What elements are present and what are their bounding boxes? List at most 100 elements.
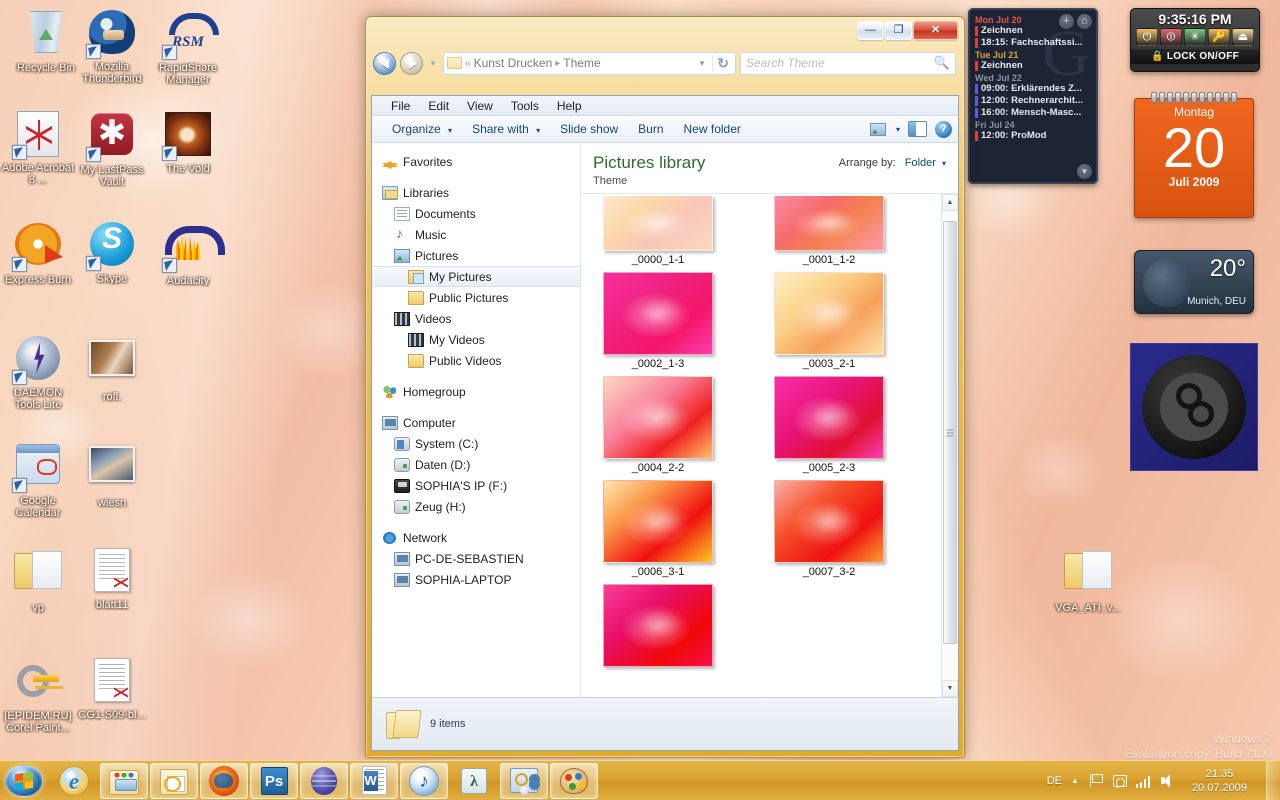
desktop-icon-epidem-ru-corel-paint[interactable]: [EPIDEM.RU] Corel Paint... (0, 656, 76, 734)
search-input[interactable]: Search Theme 🔍 (740, 51, 956, 75)
language-indicator[interactable]: DE (1047, 775, 1062, 787)
sidebar-item-documents[interactable]: Documents (372, 203, 580, 224)
new-folder-button[interactable]: New folder (674, 122, 751, 136)
change-view-icon[interactable] (869, 122, 886, 136)
menu-edit[interactable]: Edit (419, 99, 458, 113)
tray-clock[interactable]: 21:35 20.07.2009 (1184, 767, 1255, 795)
desktop-icon-blatt11[interactable]: blatt11 (74, 546, 150, 611)
gcal-event[interactable]: 09:00: Erklärendes Z... (975, 83, 1091, 95)
thumbnail-item[interactable]: _0006_3-1 (597, 480, 719, 578)
thumbnail-image[interactable] (603, 480, 713, 563)
taskbar[interactable]: DE ▲ 21:35 20.07.2009 (0, 760, 1280, 800)
thumbnail-image[interactable] (603, 196, 713, 251)
taskbar-item-windows-explorer[interactable] (100, 762, 148, 799)
taskbar-item-paint-application[interactable] (550, 762, 598, 799)
arrange-by-control[interactable]: Arrange by: Folder ▾ (839, 153, 946, 169)
desktop-icon-skype[interactable]: Skype (74, 220, 150, 285)
magic-8-ball-gadget[interactable] (1130, 343, 1258, 471)
taskbar-item-itunes[interactable] (400, 762, 448, 799)
sidebar-item-favorites[interactable]: Favorites (372, 151, 580, 172)
gcal-add-icon[interactable]: + (1059, 14, 1074, 29)
desktop-icon-recycle-bin[interactable]: Recycle Bin (8, 8, 84, 74)
start-button[interactable] (1, 762, 49, 800)
thumbnail-item[interactable] (597, 584, 719, 670)
maximize-button[interactable]: ❐ (885, 21, 912, 40)
desktop-icon-express-burn[interactable]: Express Burn (0, 220, 76, 286)
scrollbar-thumb[interactable] (943, 221, 957, 644)
gcal-event[interactable]: 12:00: Rechnerarchit... (975, 95, 1091, 107)
scroll-down-button[interactable]: ▼ (942, 680, 958, 697)
thumbnail-image[interactable] (774, 272, 884, 355)
thumbnail-image[interactable] (774, 480, 884, 563)
breadcrumb-kunst-drucken[interactable]: Kunst Drucken (474, 56, 553, 70)
gcal-event[interactable]: 16:00: Mensch-Masc... (975, 107, 1091, 119)
sidebar-item-videos[interactable]: Videos (372, 308, 580, 329)
lock-key-button[interactable]: 🔑 (1208, 28, 1230, 46)
scrollbar-track[interactable] (942, 211, 958, 680)
menu-tools[interactable]: Tools (502, 99, 548, 113)
breadcrumb-overflow-icon[interactable]: « (465, 58, 471, 69)
taskbar-item-cad-application[interactable] (500, 762, 548, 799)
breadcrumb-theme[interactable]: Theme (563, 56, 600, 70)
desktop-icon-audacity[interactable]: Audacity (150, 220, 226, 287)
clock-lock-gadget[interactable]: 9:35:16 PM ⏻ ⏼ ✳ 🔑 ⏏ 🔒 LOCK ON/OFF (1130, 8, 1260, 72)
menu-help[interactable]: Help (548, 99, 591, 113)
desktop-icon-vp[interactable]: vp (0, 546, 76, 614)
taskbar-item-eclipse[interactable] (300, 762, 348, 799)
thumbnail-item[interactable]: _0000_1-1 (597, 196, 719, 266)
power-button[interactable]: ⏻ (1136, 28, 1158, 46)
thumbnail-image[interactable] (774, 196, 884, 251)
address-dropdown-caret-icon[interactable]: ▾ (695, 58, 710, 69)
device-icon[interactable] (1112, 773, 1127, 788)
gcal-event[interactable]: Zeichnen (975, 25, 1091, 37)
sidebar-item-computer[interactable]: Computer (372, 412, 580, 433)
sidebar-item-daten-d[interactable]: Daten (D:) (372, 454, 580, 475)
arrange-caret-icon[interactable]: ▾ (942, 159, 946, 168)
desktop-icon-vga-ati-v[interactable]: VGA_ATI_v... (1050, 546, 1126, 614)
taskbar-item-adobe-photoshop[interactable] (250, 762, 298, 799)
slide-show-button[interactable]: Slide show (550, 122, 628, 136)
forward-button[interactable] (400, 51, 423, 75)
sidebar-item-music[interactable]: Music (372, 224, 580, 245)
desktop-icon-adobe-acrobat-8[interactable]: Adobe Acrobat 8 ... (0, 110, 76, 186)
calendar-date-gadget[interactable]: Montag 20 Juli 2009 (1134, 92, 1254, 224)
refresh-button-icon[interactable]: ↻ (712, 54, 733, 72)
gcal-event[interactable]: 18:15: Fachschaftssi... (975, 37, 1091, 49)
help-icon[interactable]: ? (935, 120, 952, 138)
sidebar-item-system-c[interactable]: System (C:) (372, 433, 580, 454)
thumbnail-image[interactable] (603, 584, 713, 667)
sidebar-item-public-videos[interactable]: Public Videos (372, 350, 580, 371)
thumbnail-image[interactable] (603, 272, 713, 355)
gcal-event[interactable]: 12:00: ProMod (975, 130, 1091, 142)
desktop-icon-the-void[interactable]: The Void (150, 110, 226, 175)
network-signal-icon[interactable] (1135, 773, 1151, 788)
eject-button[interactable]: ⏏ (1232, 28, 1254, 46)
change-view-caret-icon[interactable]: ▾ (890, 125, 908, 134)
thumbnail-item[interactable]: _0007_3-2 (768, 480, 890, 578)
weather-gadget[interactable]: 20° Munich, DEU (1134, 250, 1254, 314)
preview-pane-icon[interactable] (908, 121, 927, 137)
sidebar-item-my-videos[interactable]: My Videos (372, 329, 580, 350)
thumbnail-image[interactable] (774, 376, 884, 459)
sidebar-item-network[interactable]: Network (372, 527, 580, 548)
sidebar-item-zeug-h[interactable]: Zeug (H:) (372, 496, 580, 517)
show-desktop-button[interactable] (1266, 760, 1280, 800)
gcal-event[interactable]: Zeichnen (975, 60, 1091, 72)
lock-onoff-button[interactable]: 🔒 LOCK ON/OFF (1131, 49, 1259, 64)
thumbnail-item[interactable]: _0005_2-3 (768, 376, 890, 474)
burn-button[interactable]: Burn (628, 122, 673, 136)
desktop-icon-google-calendar[interactable]: Google Calendar (0, 440, 76, 519)
vertical-scrollbar[interactable]: ▲ ▼ (941, 194, 958, 697)
sidebar-item-pictures[interactable]: Pictures (372, 245, 580, 266)
desktop-icon-daemon-tools-lite[interactable]: DAEMON Tools Lite (0, 334, 76, 411)
windows-explorer-window[interactable]: — ❐ ✕ ▾ « Kunst Drucken ▸ Theme ▾ ↻ Sear… (365, 16, 965, 758)
arrange-by-value[interactable]: Folder (905, 157, 936, 169)
sidebar-item-sophia-s-ip-f[interactable]: SOPHIA'S IP (F:) (372, 475, 580, 496)
shutdown-button[interactable]: ⏼ (1160, 28, 1182, 46)
restart-button[interactable]: ✳ (1184, 28, 1206, 46)
organize-button[interactable]: Organize ▾ (382, 122, 462, 136)
taskbar-item-mozilla-firefox[interactable] (200, 762, 248, 799)
close-button[interactable]: ✕ (913, 21, 958, 40)
thumbnail-item[interactable]: _0001_1-2 (768, 196, 890, 266)
thumbnail-item[interactable]: _0002_1-3 (597, 272, 719, 370)
